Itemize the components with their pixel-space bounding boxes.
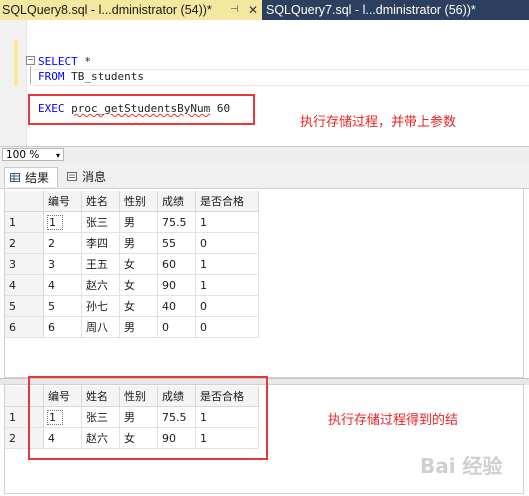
code-text: TB_students	[64, 70, 144, 83]
tab-results[interactable]: 结果	[4, 167, 58, 187]
corner-cell	[5, 191, 44, 212]
grid-cell[interactable]: 6	[43, 316, 82, 338]
results-tab-bar: 结果 消息	[0, 163, 529, 189]
grid-cell[interactable]: 男	[119, 211, 158, 233]
grid-cell[interactable]: 0	[195, 295, 259, 317]
annotation-results: 执行存储过程得到的结	[328, 413, 459, 428]
grid-cell[interactable]: 0	[195, 232, 259, 254]
grid-header-row: 编号 姓名 性别 成绩 是否合格	[5, 191, 259, 212]
collapse-icon[interactable]: −	[26, 56, 35, 65]
result-grid-1[interactable]: 编号 姓名 性别 成绩 是否合格 1 1 张三 男 75.5 1 2 2 李四 …	[5, 191, 259, 338]
tab-messages[interactable]: 消息	[62, 167, 116, 187]
table-row[interactable]: 5 5 孙七 女 40 0	[5, 295, 259, 317]
code-line-2[interactable]: FROM TB_students	[38, 70, 144, 84]
table-row[interactable]: 2 2 李四 男 55 0	[5, 232, 259, 254]
keyword-select: SELECT	[38, 55, 78, 68]
grid-cell[interactable]: 1	[195, 274, 259, 296]
col-header[interactable]: 编号	[43, 191, 82, 212]
row-number[interactable]: 2	[5, 232, 44, 254]
tab-sqlquery7[interactable]: SQLQuery7.sql - l...dministrator (56))*	[266, 0, 476, 20]
grid-cell[interactable]: 1	[195, 211, 259, 233]
watermark: Bai 经验	[420, 454, 503, 478]
code-text: *	[77, 55, 91, 68]
message-icon	[67, 172, 77, 181]
grid-icon	[10, 173, 20, 182]
zoom-value: 100 %	[6, 149, 40, 161]
tab-sqlquery7-title: SQLQuery7.sql - l...dministrator (56))*	[266, 3, 476, 17]
close-icon[interactable]: ✕	[248, 0, 258, 20]
grid-cell[interactable]: 赵六	[81, 274, 120, 296]
tab-sqlquery8[interactable]: SQLQuery8.sql - l...dministrator (54))* …	[0, 0, 262, 20]
grid-cell[interactable]: 0	[195, 316, 259, 338]
row-number[interactable]: 5	[5, 295, 44, 317]
grid-cell[interactable]: 5	[43, 295, 82, 317]
grid-cell[interactable]: 60	[157, 253, 196, 275]
change-indicator	[14, 40, 18, 86]
grid-cell[interactable]: 周八	[81, 316, 120, 338]
grid-cell[interactable]: 2	[43, 232, 82, 254]
grid-cell[interactable]: 女	[119, 274, 158, 296]
grid-cell[interactable]: 男	[119, 232, 158, 254]
tab-sqlquery8-title: SQLQuery8.sql - l...dministrator (54))*	[2, 3, 212, 17]
result-pane-1[interactable]: 编号 姓名 性别 成绩 是否合格 1 1 张三 男 75.5 1 2 2 李四 …	[4, 188, 524, 378]
col-header[interactable]: 成绩	[157, 191, 196, 212]
col-header[interactable]: 是否合格	[195, 191, 259, 212]
chevron-down-icon: ▾	[55, 151, 60, 160]
grid-cell[interactable]: 75.5	[157, 211, 196, 233]
grid-cell[interactable]: 3	[43, 253, 82, 275]
keyword-from: FROM	[38, 70, 65, 83]
grid-cell[interactable]: 1	[195, 253, 259, 275]
grid-cell[interactable]: 90	[157, 274, 196, 296]
col-header[interactable]: 姓名	[81, 191, 120, 212]
grid-cell[interactable]: 孙七	[81, 295, 120, 317]
highlight-box-results	[28, 376, 268, 460]
grid-cell[interactable]: 女	[119, 295, 158, 317]
row-number[interactable]: 4	[5, 274, 44, 296]
grid-cell[interactable]: 40	[157, 295, 196, 317]
col-header[interactable]: 性别	[119, 191, 158, 212]
table-row[interactable]: 1 1 张三 男 75.5 1	[5, 211, 259, 233]
grid-cell[interactable]: 张三	[81, 211, 120, 233]
zoom-select[interactable]: 100 % ▾	[2, 148, 64, 161]
grid-cell[interactable]: 男	[119, 316, 158, 338]
table-row[interactable]: 3 3 王五 女 60 1	[5, 253, 259, 275]
code-line-1[interactable]: SELECT *	[38, 55, 91, 69]
row-number[interactable]: 3	[5, 253, 44, 275]
grid-cell[interactable]: 0	[157, 316, 196, 338]
zoom-bar: 100 % ▾	[0, 146, 529, 164]
table-row[interactable]: 6 6 周八 男 0 0	[5, 316, 259, 338]
grid-cell[interactable]: 1	[43, 211, 82, 233]
row-number[interactable]: 1	[5, 211, 44, 233]
tab-results-label: 结果	[25, 171, 50, 185]
grid-cell[interactable]: 55	[157, 232, 196, 254]
annotation-exec: 执行存储过程，并带上参数	[300, 115, 457, 130]
grid-cell[interactable]: 4	[43, 274, 82, 296]
tab-messages-label: 消息	[82, 170, 107, 184]
row-number[interactable]: 6	[5, 316, 44, 338]
highlight-box-exec	[28, 94, 255, 125]
grid-cell[interactable]: 王五	[81, 253, 120, 275]
grid-cell[interactable]: 女	[119, 253, 158, 275]
grid-cell[interactable]: 李四	[81, 232, 120, 254]
document-tab-bar: SQLQuery8.sql - l...dministrator (54))* …	[0, 0, 529, 20]
outline-line	[30, 66, 31, 84]
pin-icon[interactable]: ⊣	[230, 0, 239, 20]
cell-text: 1	[47, 214, 63, 230]
table-row[interactable]: 4 4 赵六 女 90 1	[5, 274, 259, 296]
